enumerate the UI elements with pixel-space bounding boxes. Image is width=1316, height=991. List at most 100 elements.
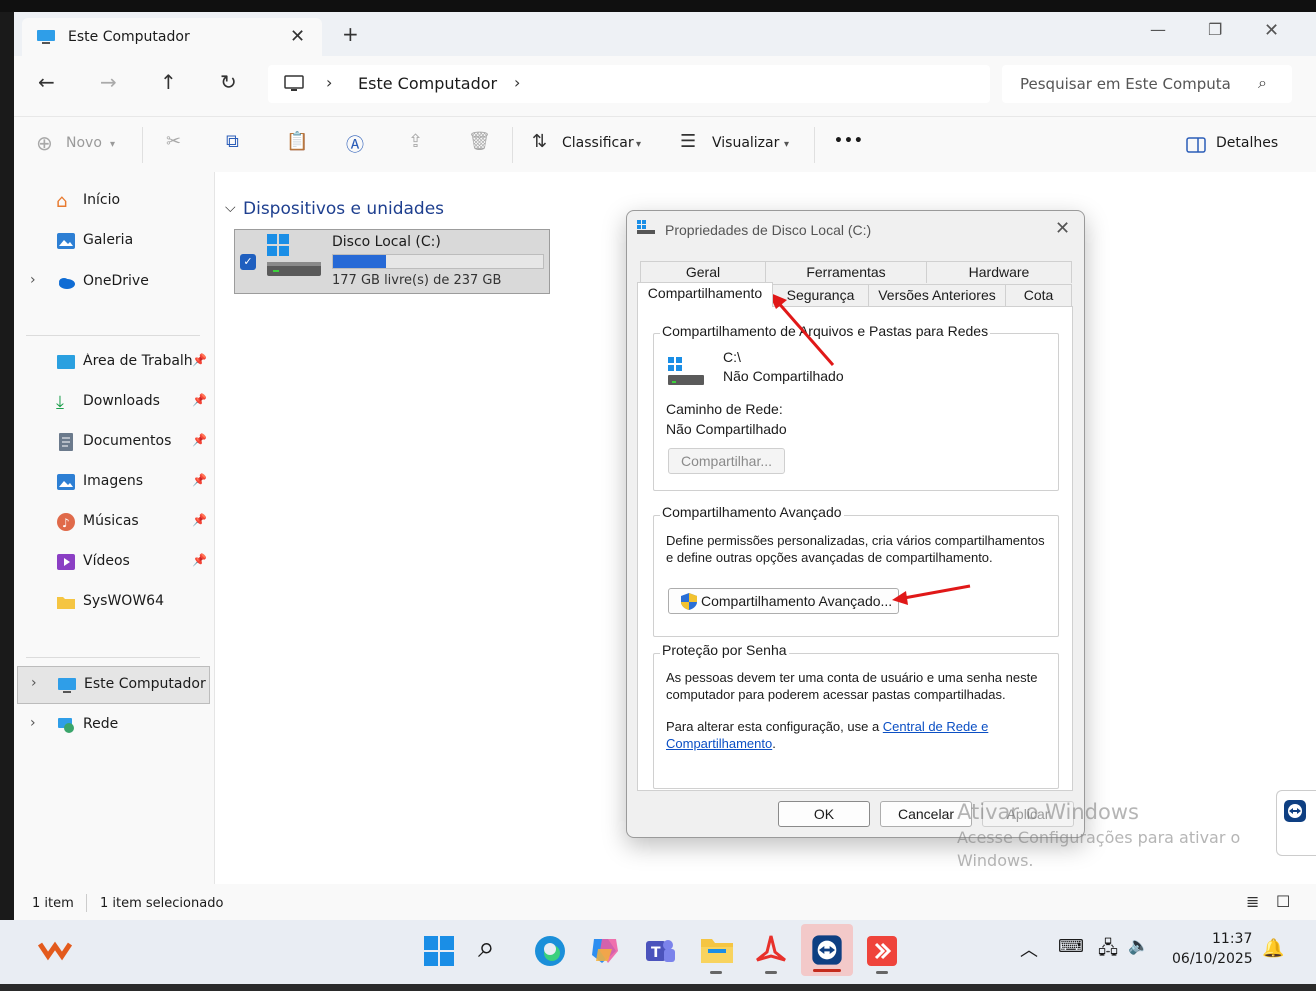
minimize-icon[interactable]: — [1150, 20, 1166, 39]
new-button[interactable]: Novo [66, 135, 102, 151]
password-change-line-2: Compartilhamento. [666, 736, 776, 751]
selection-checkbox[interactable]: ✓ [240, 254, 256, 270]
pin-icon[interactable]: 📌 [192, 513, 207, 527]
sidebar-item-documentos[interactable]: Documentos 📌 [14, 424, 214, 460]
teamviewer-taskbar-active[interactable] [801, 924, 853, 976]
tab-seguranca[interactable]: Segurança [772, 284, 869, 306]
sidebar-item-label: Rede [83, 716, 119, 732]
address-bar[interactable]: › Este Computador › [268, 65, 990, 103]
tab-versoes-anteriores[interactable]: Versões Anteriores [868, 284, 1006, 306]
section-title[interactable]: Dispositivos e unidades [243, 199, 444, 219]
network-center-link[interactable]: Central de Rede e [883, 719, 989, 734]
sort-button[interactable]: Classificar [562, 135, 634, 151]
search-box[interactable]: Pesquisar em Este Computa ⌕ [1002, 65, 1292, 103]
tiles-view-icon[interactable]: ☐ [1276, 892, 1290, 911]
breadcrumb-chevron-icon[interactable]: › [514, 73, 520, 92]
cancel-button[interactable]: Cancelar [880, 801, 972, 827]
sidebar-item-area-de-trabalho[interactable]: Área de Trabalho 📌 [14, 344, 214, 380]
sidebar-item-rede[interactable]: › Rede [14, 707, 214, 743]
search-input[interactable]: Pesquisar em Este Computa [1020, 75, 1231, 93]
sidebar-item-este-computador[interactable]: › Este Computador [17, 666, 210, 704]
back-arrow-icon[interactable]: ← [38, 70, 55, 94]
tab-hardware[interactable]: Hardware [926, 261, 1072, 283]
sidebar-item-downloads[interactable]: ⤓ Downloads 📌 [14, 384, 214, 420]
delete-icon[interactable]: 🗑 [468, 131, 491, 152]
up-arrow-icon[interactable]: ↑ [160, 70, 177, 94]
network-center-link-2[interactable]: Compartilhamento [666, 736, 772, 751]
restore-icon[interactable]: ❐ [1208, 20, 1222, 39]
refresh-icon[interactable]: ↻ [220, 70, 237, 94]
share-button[interactable]: Compartilhar... [668, 448, 785, 474]
new-tab-button[interactable]: + [342, 22, 359, 46]
sidebar-item-galeria[interactable]: Galeria [14, 223, 214, 259]
teamviewer-side-panel[interactable] [1276, 790, 1316, 856]
desktop-icon [57, 355, 75, 369]
advanced-sharing-desc-2: e define outras opções avançadas de comp… [666, 550, 993, 565]
chevron-right-icon[interactable]: › [30, 715, 36, 731]
notifications-icon[interactable]: 🔔 [1262, 938, 1284, 959]
chevron-right-icon[interactable]: › [31, 675, 37, 691]
close-window-icon[interactable]: ✕ [1264, 20, 1279, 41]
drive-tile-c[interactable]: ✓ Disco Local (C:) 177 GB livre(s) de 23… [234, 229, 550, 294]
search-icon[interactable]: ⌕ [1258, 73, 1267, 93]
copilot-icon[interactable] [588, 935, 622, 967]
keyboard-icon[interactable]: ⌨ [1058, 936, 1084, 957]
cut-icon[interactable]: ✂ [166, 131, 181, 152]
search-icon[interactable]: ⌕ [478, 930, 495, 965]
rename-icon[interactable]: Ⓐ [346, 131, 364, 157]
pin-icon[interactable]: 📌 [192, 353, 207, 367]
copy-icon[interactable]: ⧉ [226, 131, 239, 152]
drive-icon [668, 357, 704, 385]
dialog-close-icon[interactable]: ✕ [1055, 218, 1070, 239]
sidebar-item-imagens[interactable]: Imagens 📌 [14, 464, 214, 500]
chevron-down-icon[interactable]: ⌵ [225, 200, 236, 216]
forward-arrow-icon[interactable]: → [100, 70, 117, 94]
pin-icon[interactable]: 📌 [192, 393, 207, 407]
tab-este-computador[interactable]: Este Computador ✕ [22, 18, 322, 56]
pin-icon[interactable]: 📌 [192, 553, 207, 567]
tab-compartilhamento[interactable]: Compartilhamento [637, 282, 773, 307]
tab-geral[interactable]: Geral [640, 261, 766, 283]
sidebar-item-onedrive[interactable]: › OneDrive [14, 264, 214, 300]
monitor-icon [284, 75, 304, 91]
chevron-up-icon[interactable]: ︿ [1020, 936, 1038, 962]
clock-date[interactable]: 06/10/2025 [1172, 951, 1253, 967]
tab-ferramentas[interactable]: Ferramentas [765, 261, 927, 283]
share-icon[interactable]: ⇪ [408, 131, 423, 152]
pin-icon[interactable]: 📌 [192, 433, 207, 447]
advanced-sharing-button[interactable]: Compartilhamento Avançado... [668, 588, 899, 614]
tab-cota[interactable]: Cota [1005, 284, 1072, 306]
password-desc-2: computador para poderem acessar pastas c… [666, 687, 1006, 702]
documents-icon [59, 433, 73, 451]
more-options-button[interactable]: ••• [834, 133, 864, 149]
details-pane-icon [1186, 137, 1206, 153]
teams-icon[interactable]: T [644, 935, 676, 967]
ok-button[interactable]: OK [778, 801, 870, 827]
sidebar-item-inicio[interactable]: ⌂ Início [14, 183, 214, 219]
network-status-icon[interactable]: 🖧 [1098, 936, 1118, 966]
onedrive-cloud-icon [59, 278, 75, 289]
apply-button[interactable]: Aplicar [982, 801, 1074, 827]
volume-icon[interactable]: 🔈 [1128, 936, 1149, 956]
details-view-icon[interactable]: ≣ [1246, 892, 1259, 911]
separator [814, 127, 815, 163]
sidebar-item-syswow64[interactable]: SysWOW64 [14, 584, 214, 620]
pin-icon[interactable]: 📌 [192, 473, 207, 487]
sidebar-item-videos[interactable]: Vídeos 📌 [14, 544, 214, 580]
edge-browser-icon[interactable] [534, 935, 566, 967]
chevron-right-icon[interactable]: › [30, 272, 36, 288]
close-tab-icon[interactable]: ✕ [290, 26, 305, 47]
paste-icon[interactable]: 📋 [286, 131, 308, 152]
anydesk-icon[interactable] [866, 935, 898, 967]
running-indicator-active [813, 969, 841, 972]
clock-time[interactable]: 11:37 [1212, 931, 1252, 947]
sidebar-item-musicas[interactable]: ♪ Músicas 📌 [14, 504, 214, 540]
breadcrumb-este-computador[interactable]: Este Computador [358, 74, 497, 93]
file-explorer-taskbar-icon[interactable] [700, 935, 734, 965]
start-windows-icon[interactable] [424, 936, 454, 966]
music-icon: ♪ [57, 513, 75, 531]
widgets-icon[interactable] [38, 938, 72, 962]
view-button[interactable]: Visualizar [712, 135, 779, 151]
details-button[interactable]: Detalhes [1216, 135, 1278, 151]
acrobat-icon[interactable] [755, 934, 787, 968]
